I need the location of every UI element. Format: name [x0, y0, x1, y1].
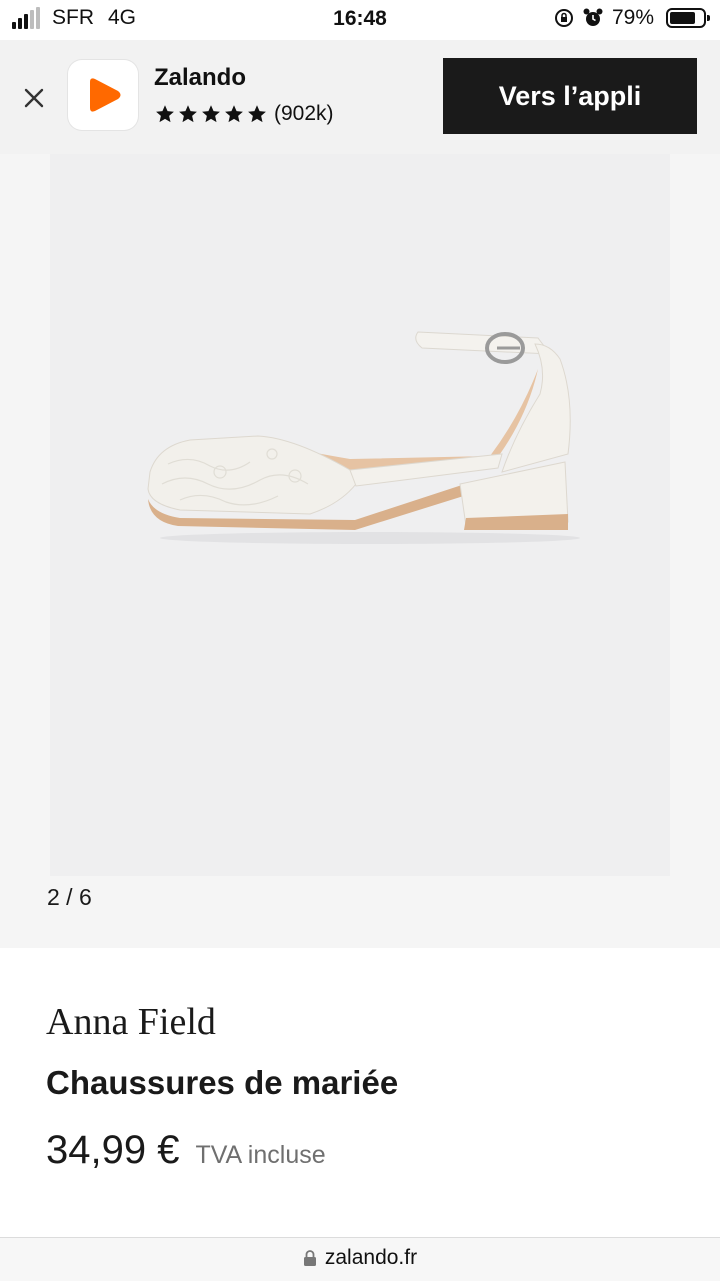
- battery-icon: [666, 8, 710, 28]
- vat-note: TVA incluse: [195, 1141, 326, 1169]
- star-icon: [156, 105, 174, 123]
- open-app-button[interactable]: Vers l’appli: [443, 58, 697, 134]
- star-icon: [202, 105, 220, 123]
- orientation-lock-icon: [554, 9, 573, 27]
- gallery-counter: 2 / 6: [47, 884, 92, 910]
- alarm-icon: [583, 8, 603, 26]
- rating-stars: [154, 103, 268, 125]
- price-row: 34,99 € TVA incluse: [46, 1128, 326, 1173]
- lock-icon: [303, 1250, 316, 1266]
- zalando-logo-icon: [90, 78, 121, 112]
- app-name: Zalando: [154, 64, 247, 91]
- star-icon: [225, 105, 243, 123]
- product-price: 34,99 €: [46, 1128, 180, 1172]
- close-icon[interactable]: [18, 82, 50, 114]
- star-icon: [179, 105, 197, 123]
- product-brand[interactable]: Anna Field: [46, 1000, 216, 1044]
- product-gallery[interactable]: 2 / 6: [0, 154, 720, 948]
- smart-app-banner: Zalando (902k) Vers l’appli: [0, 40, 720, 154]
- app-logo[interactable]: [68, 60, 138, 130]
- app-rating: (902k): [154, 102, 334, 126]
- shoe-image: [147, 331, 580, 544]
- url-text[interactable]: zalando.fr: [325, 1246, 417, 1270]
- url-content[interactable]: zalando.fr: [0, 1246, 720, 1270]
- battery-level: [670, 12, 695, 24]
- battery-percent: 79%: [611, 6, 654, 29]
- rating-count: (902k): [274, 102, 334, 125]
- status-bar: SFR 4G 16:48 79%: [0, 0, 720, 40]
- browser-url-bar[interactable]: zalando.fr: [0, 1237, 720, 1281]
- status-right: 79%: [554, 6, 710, 30]
- product-image[interactable]: [50, 154, 670, 876]
- star-icon: [248, 105, 266, 123]
- product-name: Chaussures de mariée: [46, 1064, 399, 1101]
